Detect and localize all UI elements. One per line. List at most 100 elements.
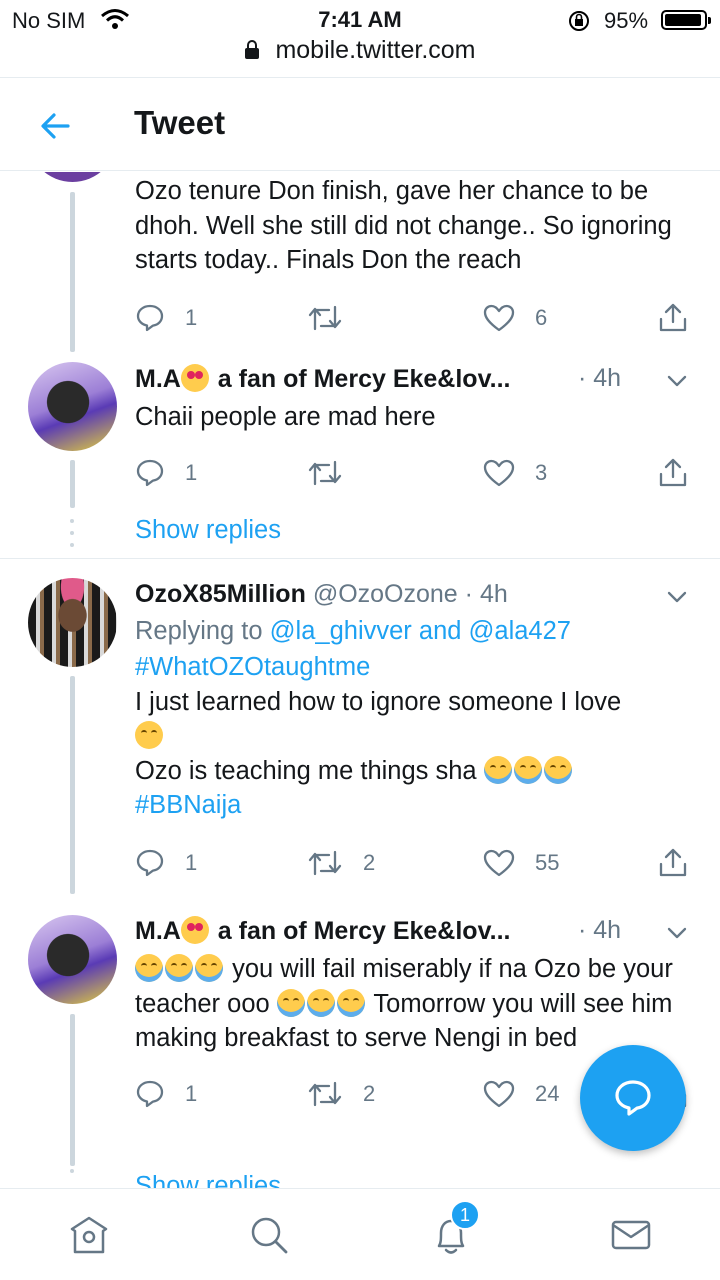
- share-button[interactable]: [657, 843, 709, 883]
- weary-face-emoji-icon: [135, 721, 163, 749]
- search-icon[interactable]: [247, 1213, 291, 1257]
- avatar[interactable]: [28, 915, 117, 1004]
- retweet-button[interactable]: [307, 453, 363, 493]
- tweet-feed[interactable]: Ozo tenure Don finish, gave her chance t…: [0, 172, 720, 1188]
- replying-and: and: [411, 617, 469, 645]
- share-button[interactable]: [657, 453, 709, 493]
- heart-eyes-emoji-icon: [180, 916, 209, 944]
- like-count: 24: [535, 1080, 560, 1106]
- heart-icon: [483, 849, 515, 876]
- reply-button[interactable]: 1: [135, 453, 197, 493]
- more-replies-dots: [70, 1169, 75, 1181]
- separator-dot: ·: [578, 916, 587, 944]
- like-count: 55: [535, 849, 560, 875]
- share-icon: [659, 303, 687, 331]
- like-button[interactable]: 6: [483, 298, 547, 338]
- heart-icon: [483, 304, 515, 331]
- display-name: M.A: [135, 365, 181, 393]
- thread-line: [70, 460, 75, 508]
- avatar[interactable]: [28, 172, 117, 182]
- page-title: Tweet: [134, 104, 226, 141]
- avatar[interactable]: [28, 362, 117, 451]
- reply-button[interactable]: 1: [135, 1074, 197, 1114]
- notification-badge: 1: [450, 1200, 480, 1230]
- reply-count: 1: [185, 849, 198, 875]
- thread-line: [70, 676, 75, 894]
- tears-of-joy-emoji-icon: [165, 954, 193, 982]
- like-count: 6: [535, 304, 548, 330]
- show-replies-link[interactable]: Show replies: [135, 1172, 281, 1188]
- tweet-time: 4h: [593, 364, 622, 392]
- tears-of-joy-emoji-icon: [513, 755, 542, 784]
- page-header: Tweet: [0, 77, 720, 171]
- status-bar: No SIM 7:41 AM 95%: [0, 0, 720, 40]
- retweet-icon: [308, 460, 342, 485]
- like-button[interactable]: 3: [483, 453, 547, 493]
- mail-icon[interactable]: [609, 1213, 653, 1257]
- like-button[interactable]: 55: [483, 843, 559, 883]
- tweet-text: Chaii people are mad here: [135, 403, 436, 431]
- reply-count: 1: [185, 1080, 198, 1106]
- retweet-icon: [308, 1081, 342, 1106]
- home-icon[interactable]: [67, 1213, 111, 1257]
- tweet-text: you will fail miserably if na Ozo be you…: [135, 952, 690, 1056]
- reply-icon: [136, 459, 164, 486]
- separator-dot: ·: [464, 580, 473, 608]
- crying-face-emoji-icon: [483, 755, 512, 784]
- heart-icon: [483, 459, 515, 486]
- bottom-tab-bar: [0, 1188, 720, 1280]
- user-handle[interactable]: @OzoOzone: [313, 580, 458, 608]
- reply-icon: [136, 304, 164, 331]
- tweet-time: 4h: [593, 916, 622, 944]
- heart-icon: [483, 1080, 515, 1107]
- reply-icon: [136, 849, 164, 876]
- retweet-button[interactable]: 2: [307, 1074, 375, 1114]
- hashtag-link[interactable]: #WhatOZOtaughtme: [135, 650, 690, 685]
- url-bar[interactable]: mobile.twitter.com: [0, 36, 720, 70]
- mention-link[interactable]: @ala427: [469, 617, 571, 645]
- retweet-count: 2: [363, 849, 376, 875]
- thread-line: [70, 192, 75, 352]
- tweet-line: Ozo is teaching me things sha: [135, 756, 477, 785]
- chevron-down-icon[interactable]: [664, 368, 690, 394]
- replying-prefix: Replying to: [135, 617, 270, 645]
- share-icon: [659, 458, 687, 486]
- mention-link[interactable]: @la_ghivver: [270, 617, 412, 645]
- battery-icon: [661, 10, 711, 30]
- padlock-icon: [244, 38, 260, 67]
- reply-button[interactable]: 1: [135, 843, 197, 883]
- compose-reply-button[interactable]: [580, 1045, 686, 1151]
- tears-of-joy-emoji-icon: [195, 954, 223, 982]
- chevron-down-icon[interactable]: [664, 920, 690, 946]
- separator-dot: ·: [578, 364, 587, 392]
- reply-icon: [136, 1080, 164, 1107]
- reply-bubble-icon: [615, 1080, 651, 1116]
- avatar[interactable]: [28, 578, 117, 667]
- tweet-time: 4h: [479, 580, 508, 608]
- retweet-count: 2: [363, 1080, 376, 1106]
- retweet-icon: [308, 305, 342, 330]
- reply-count: 1: [185, 304, 198, 330]
- reply-count: 1: [185, 459, 198, 485]
- replying-to: Replying to @la_ghivver and @ala427: [135, 612, 690, 650]
- share-button[interactable]: [657, 298, 709, 338]
- tweet-actions: 1 3: [135, 453, 690, 493]
- tweet-actions: 1 2 55: [135, 843, 690, 883]
- battery-percentage: 95%: [604, 8, 649, 33]
- like-count: 3: [535, 459, 548, 485]
- heart-eyes-emoji-icon: [180, 364, 209, 392]
- tears-of-joy-emoji-icon: [336, 988, 365, 1017]
- back-arrow-icon[interactable]: [36, 106, 76, 146]
- tweet-line: I just learned how to ignore someone I l…: [135, 687, 622, 716]
- show-replies-link[interactable]: Show replies: [135, 516, 281, 545]
- like-button[interactable]: 24: [483, 1074, 559, 1114]
- more-replies-dots: [70, 519, 75, 555]
- retweet-button[interactable]: [307, 298, 363, 338]
- url-text: mobile.twitter.com: [275, 36, 476, 64]
- retweet-button[interactable]: 2: [307, 843, 375, 883]
- tears-of-joy-emoji-icon: [306, 988, 335, 1017]
- display-name-suffix: a fan of Mercy Eke&lov...: [210, 365, 511, 393]
- hashtag-link[interactable]: #BBNaija: [135, 788, 690, 823]
- reply-button[interactable]: 1: [135, 298, 197, 338]
- chevron-down-icon[interactable]: [664, 584, 690, 610]
